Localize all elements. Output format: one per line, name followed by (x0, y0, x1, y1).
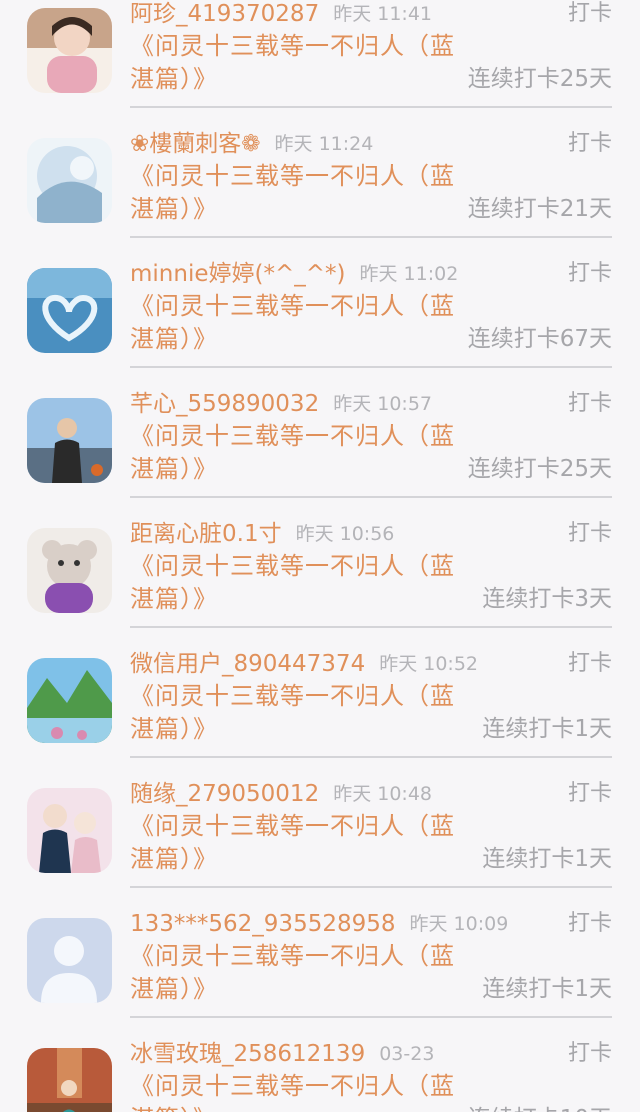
streak-count: 连续打卡25天 (467, 456, 612, 482)
feed-entry[interactable]: 芊心_559890032 昨天 10:57 打卡 《问灵十三载等一不归人（蓝湛篇）… (0, 368, 640, 498)
timestamp: 昨天 10:48 (333, 783, 432, 805)
blue-anime-icon[interactable] (27, 138, 112, 223)
streak-count: 连续打卡1天 (482, 976, 612, 1002)
username-text: 冰雪玫瑰_258612139 (130, 1041, 366, 1067)
feed-entry[interactable]: 阿珍_419370287 昨天 11:41 打卡 《问灵十三载等一不归人（蓝湛篇）… (0, 0, 640, 108)
feed-entry[interactable]: 冰雪玫瑰_258612139 03-23 打卡 《问灵十三载等一不归人（蓝湛篇）》… (0, 1018, 640, 1112)
timestamp: 昨天 11:41 (333, 3, 432, 25)
checkin-label: 打卡 (567, 261, 612, 286)
username-text: 阿珍_419370287 (130, 1, 320, 27)
streak-count: 连续打卡67天 (467, 326, 612, 352)
book-title[interactable]: 《问灵十三载等一不归人（蓝湛篇）》 (130, 550, 460, 616)
timestamp: 03-23 (379, 1043, 435, 1065)
checkin-label: 打卡 (567, 781, 612, 806)
timestamp: 昨天 10:56 (295, 523, 395, 545)
water-heart-icon[interactable] (27, 268, 112, 353)
book-title[interactable]: 《问灵十三载等一不归人（蓝湛篇）》 (130, 680, 460, 746)
feed-entry[interactable]: ❀樓蘭刺客❁ 昨天 11:24 打卡 《问灵十三载等一不归人（蓝湛篇）》 连续打卡… (0, 108, 640, 238)
username[interactable]: 芊心_559890032 昨天 10:57 (130, 390, 432, 418)
feed-entry[interactable]: 距离心脏0.1寸 昨天 10:56 打卡 《问灵十三载等一不归人（蓝湛篇）》 连续… (0, 498, 640, 628)
username-text: ❀樓蘭刺客❁ (130, 131, 261, 157)
feed-entry[interactable]: 微信用户_890447374 昨天 10:52 打卡 《问灵十三载等一不归人（蓝湛… (0, 628, 640, 758)
username[interactable]: 距离心脏0.1寸 昨天 10:56 (130, 520, 394, 548)
book-title[interactable]: 《问灵十三载等一不归人（蓝湛篇）》 (130, 810, 460, 876)
toddler-photo-icon[interactable] (27, 8, 112, 93)
checkin-label: 打卡 (567, 1041, 612, 1066)
username[interactable]: 阿珍_419370287 昨天 11:41 (130, 0, 432, 28)
girl-photo-icon[interactable] (27, 1048, 112, 1112)
streak-count: 连续打卡25天 (467, 66, 612, 92)
username[interactable]: 微信用户_890447374 昨天 10:52 (130, 650, 478, 678)
timestamp: 昨天 11:02 (359, 263, 459, 285)
username[interactable]: 随缘_279050012 昨天 10:48 (130, 780, 432, 808)
checkin-label: 打卡 (567, 911, 612, 936)
timestamp: 昨天 10:52 (379, 653, 478, 675)
timestamp: 昨天 10:57 (333, 393, 432, 415)
streak-count: 连续打卡3天 (482, 586, 612, 612)
seaside-portrait-icon[interactable] (27, 398, 112, 483)
username-text: 随缘_279050012 (130, 781, 320, 807)
book-title[interactable]: 《问灵十三载等一不归人（蓝湛篇）》 (130, 420, 460, 486)
username[interactable]: ❀樓蘭刺客❁ 昨天 11:24 (130, 130, 373, 158)
checkin-label: 打卡 (567, 1, 612, 26)
username-text: 距离心脏0.1寸 (130, 521, 282, 547)
book-title[interactable]: 《问灵十三载等一不归人（蓝湛篇）》 (130, 160, 460, 226)
username-text: 133***562_935528958 (130, 911, 396, 937)
book-title[interactable]: 《问灵十三载等一不归人（蓝湛篇）》 (130, 940, 460, 1006)
checkin-feed: 阿珍_419370287 昨天 11:41 打卡 《问灵十三载等一不归人（蓝湛篇）… (0, 0, 640, 1112)
streak-count: 连续打卡1天 (482, 716, 612, 742)
book-title[interactable]: 《问灵十三载等一不归人（蓝湛篇）》 (130, 1070, 460, 1112)
username-text: minnie婷婷(*^_^*) (130, 261, 346, 287)
feed-entry[interactable]: 133***562_935528958 昨天 10:09 打卡 《问灵十三载等一不… (0, 888, 640, 1018)
timestamp: 昨天 10:09 (409, 913, 509, 935)
checkin-label: 打卡 (567, 521, 612, 546)
username[interactable]: 冰雪玫瑰_258612139 03-23 (130, 1040, 434, 1068)
checkin-label: 打卡 (567, 651, 612, 676)
timestamp: 昨天 11:24 (274, 133, 374, 155)
username[interactable]: minnie婷婷(*^_^*) 昨天 11:02 (130, 260, 458, 288)
feed-entry[interactable]: minnie婷婷(*^_^*) 昨天 11:02 打卡 《问灵十三载等一不归人（蓝… (0, 238, 640, 368)
checkin-label: 打卡 (567, 391, 612, 416)
landscape-icon[interactable] (27, 658, 112, 743)
teddy-bear-icon[interactable] (27, 528, 112, 613)
username-text: 微信用户_890447374 (130, 651, 366, 677)
book-title[interactable]: 《问灵十三载等一不归人（蓝湛篇）》 (130, 290, 460, 356)
default-user-icon[interactable] (27, 918, 112, 1003)
username-text: 芊心_559890032 (130, 391, 320, 417)
anime-couple-icon[interactable] (27, 788, 112, 873)
feed-entry[interactable]: 随缘_279050012 昨天 10:48 打卡 《问灵十三载等一不归人（蓝湛篇）… (0, 758, 640, 888)
streak-count: 连续打卡10天 (468, 1104, 612, 1112)
username[interactable]: 133***562_935528958 昨天 10:09 (130, 910, 508, 938)
checkin-label: 打卡 (567, 131, 612, 156)
streak-count: 连续打卡1天 (482, 846, 612, 872)
streak-count: 连续打卡21天 (467, 196, 612, 222)
book-title[interactable]: 《问灵十三载等一不归人（蓝湛篇）》 (130, 30, 460, 96)
